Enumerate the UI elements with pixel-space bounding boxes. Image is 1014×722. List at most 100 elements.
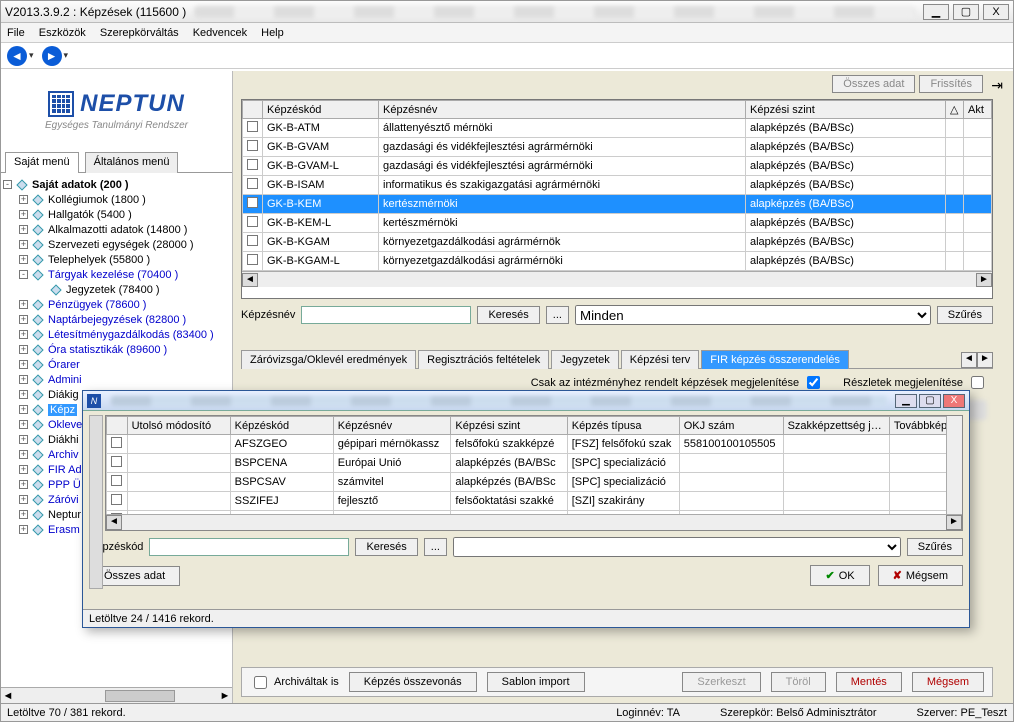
tree-label[interactable]: Naptárbejegyzések (82800 ) <box>48 314 186 326</box>
row-checkbox[interactable] <box>111 456 122 467</box>
expand-icon[interactable]: + <box>19 225 28 234</box>
tab-jegyzetek[interactable]: Jegyzetek <box>551 350 619 369</box>
dialog-select[interactable] <box>453 537 901 557</box>
search-select[interactable]: Minden <box>575 305 931 325</box>
expand-icon[interactable]: + <box>19 345 28 354</box>
dcol-okj[interactable]: OKJ szám <box>679 417 783 435</box>
expand-icon[interactable]: - <box>3 180 12 189</box>
left-hscroll[interactable]: ◄ ► <box>1 687 232 703</box>
dialog-grid-row[interactable]: SSZIFEJfejlesztőfelsőoktatási szakké[SZI… <box>107 492 964 511</box>
row-checkbox[interactable] <box>247 197 258 208</box>
expand-icon[interactable]: + <box>19 510 28 519</box>
tree-label[interactable]: Diákig <box>48 389 79 401</box>
tree-item[interactable]: +Admini <box>3 372 230 387</box>
dialog-grid[interactable]: Utolsó módosító Képzéskód Képzésnév Képz… <box>106 416 963 530</box>
expand-icon[interactable]: + <box>19 210 28 219</box>
pin-icon[interactable]: ⇥ <box>991 77 1003 94</box>
maximize-button[interactable]: ▢ <box>953 4 979 20</box>
dcol-name[interactable]: Képzésnév <box>333 417 451 435</box>
search-more-button[interactable]: ... <box>546 306 569 324</box>
col-code[interactable]: Képzéskód <box>263 101 379 119</box>
row-checkbox[interactable] <box>247 140 258 151</box>
nav-fwd-button[interactable]: ► <box>42 46 62 66</box>
tree-item[interactable]: +Pénzügyek (78600 ) <box>3 297 230 312</box>
close-button[interactable]: X <box>983 4 1009 20</box>
expand-icon[interactable]: + <box>19 195 28 204</box>
main-grid[interactable]: Képzéskód Képzésnév Képzési szint △ Akt … <box>242 100 992 271</box>
row-checkbox[interactable] <box>247 159 258 170</box>
check-inst-only-box[interactable] <box>807 376 820 389</box>
expand-icon[interactable]: + <box>19 480 28 489</box>
tree-label[interactable]: Erasm <box>48 524 80 536</box>
expand-icon[interactable]: + <box>19 420 28 429</box>
archived-check[interactable]: Archiváltak is <box>250 673 339 692</box>
row-checkbox[interactable] <box>247 254 258 265</box>
tree-label[interactable]: Admini <box>48 374 82 386</box>
tab-fir[interactable]: FIR képzés összerendelés <box>701 350 849 369</box>
dialog-hscroll[interactable]: ◄► <box>106 514 962 530</box>
dialog-filter-button[interactable]: Szűrés <box>907 538 963 556</box>
tree-label[interactable]: Neptur <box>48 509 81 521</box>
expand-icon[interactable]: + <box>19 360 28 369</box>
tree-label[interactable]: Tárgyak kezelése (70400 ) <box>48 269 178 281</box>
menu-tools[interactable]: Eszközök <box>39 27 86 39</box>
grid-row[interactable]: GK-B-KEMkertészmérnökialapképzés (BA/BSc… <box>243 195 992 214</box>
row-checkbox[interactable] <box>111 475 122 486</box>
refresh-button[interactable]: Frissítés <box>919 75 983 93</box>
expand-icon[interactable]: + <box>19 300 28 309</box>
row-checkbox[interactable] <box>247 216 258 227</box>
col-name[interactable]: Képzésnév <box>379 101 746 119</box>
row-checkbox[interactable] <box>247 235 258 246</box>
dialog-more-button[interactable]: ... <box>424 538 447 556</box>
tab-zarovizsga[interactable]: Záróvizsga/Oklevél eredmények <box>241 350 416 369</box>
expand-icon[interactable]: + <box>19 465 28 474</box>
menu-role[interactable]: Szerepkörváltás <box>100 27 179 39</box>
tree-label[interactable]: Szervezeti egységek (28000 ) <box>48 239 194 251</box>
dialog-vscroll[interactable] <box>946 416 962 514</box>
expand-icon[interactable]: + <box>19 255 28 264</box>
col-sort[interactable]: △ <box>946 101 964 119</box>
row-checkbox[interactable] <box>247 178 258 189</box>
dcol-level[interactable]: Képzési szint <box>451 417 567 435</box>
grid-row[interactable]: GK-B-GVAM-Lgazdasági és vidékfejlesztési… <box>243 157 992 176</box>
dialog-grid-row[interactable]: BSPCENAEurópai Unióalapképzés (BA/BSc[SP… <box>107 454 964 473</box>
expand-icon[interactable]: + <box>19 330 28 339</box>
menu-help[interactable]: Help <box>261 27 284 39</box>
dcol-type[interactable]: Képzés típusa <box>567 417 679 435</box>
cancel-button[interactable]: Mégsem <box>912 672 984 692</box>
dialog-grid-row[interactable]: BSPCSAVszámvitelalapképzés (BA/BSc[SPC] … <box>107 473 964 492</box>
archived-checkbox[interactable] <box>254 676 267 689</box>
expand-icon[interactable]: + <box>19 435 28 444</box>
dialog-grid-row[interactable]: AFSZGEOgépipari mérnökasszfelsőfokú szak… <box>107 435 964 454</box>
tree-label[interactable]: Alkalmazotti adatok (14800 ) <box>48 224 187 236</box>
tree-label[interactable]: Záróvi <box>48 494 79 506</box>
dialog-row-selector[interactable] <box>89 415 103 589</box>
menu-file[interactable]: File <box>7 27 25 39</box>
col-level[interactable]: Képzési szint <box>746 101 946 119</box>
nav-back-button[interactable]: ◄ <box>7 46 27 66</box>
tree-item[interactable]: - Saját adatok (200 ) <box>3 177 230 192</box>
tree-item[interactable]: +Hallgatók (5400 ) <box>3 207 230 222</box>
tab-scroll[interactable]: ◄► <box>961 352 993 368</box>
tree-item[interactable]: - Tárgyak kezelése (70400 ) <box>3 267 230 282</box>
tree-label[interactable]: Létesítménygazdálkodás (83400 ) <box>48 329 214 341</box>
tree-label[interactable]: Kollégiumok (1800 ) <box>48 194 146 206</box>
template-button[interactable]: Sablon import <box>487 672 585 692</box>
tree-label[interactable]: Saját adatok (200 ) <box>32 179 129 191</box>
titlebar[interactable]: V2013.3.9.2 : Képzések (115600 ) ▁ ▢ X <box>1 1 1013 23</box>
grid-row[interactable]: GK-B-KGAM-Lkörnyezetgazdálkodási agrármé… <box>243 252 992 271</box>
expand-icon[interactable]: + <box>19 315 28 324</box>
expand-icon[interactable]: + <box>19 240 28 249</box>
grid-row[interactable]: GK-B-ISAMinformatikus és szakigazgatási … <box>243 176 992 195</box>
dialog-close-button[interactable]: X <box>943 394 965 408</box>
expand-icon[interactable]: - <box>19 270 28 279</box>
tree-label[interactable]: Óra statisztikák (89600 ) <box>48 344 167 356</box>
nav-back-dropdown[interactable]: ▾ <box>29 50 34 61</box>
tab-own-menu[interactable]: Saját menü <box>5 152 79 173</box>
grid-row[interactable]: GK-B-KEM-Lkertészmérnökialapképzés (BA/B… <box>243 214 992 233</box>
tab-regisztracio[interactable]: Regisztrációs feltételek <box>418 350 549 369</box>
delete-button[interactable]: Töröl <box>771 672 826 692</box>
tree-label[interactable]: Jegyzetek (78400 ) <box>66 284 160 296</box>
expand-icon[interactable]: + <box>19 390 28 399</box>
tree-item[interactable]: +Órarer <box>3 357 230 372</box>
